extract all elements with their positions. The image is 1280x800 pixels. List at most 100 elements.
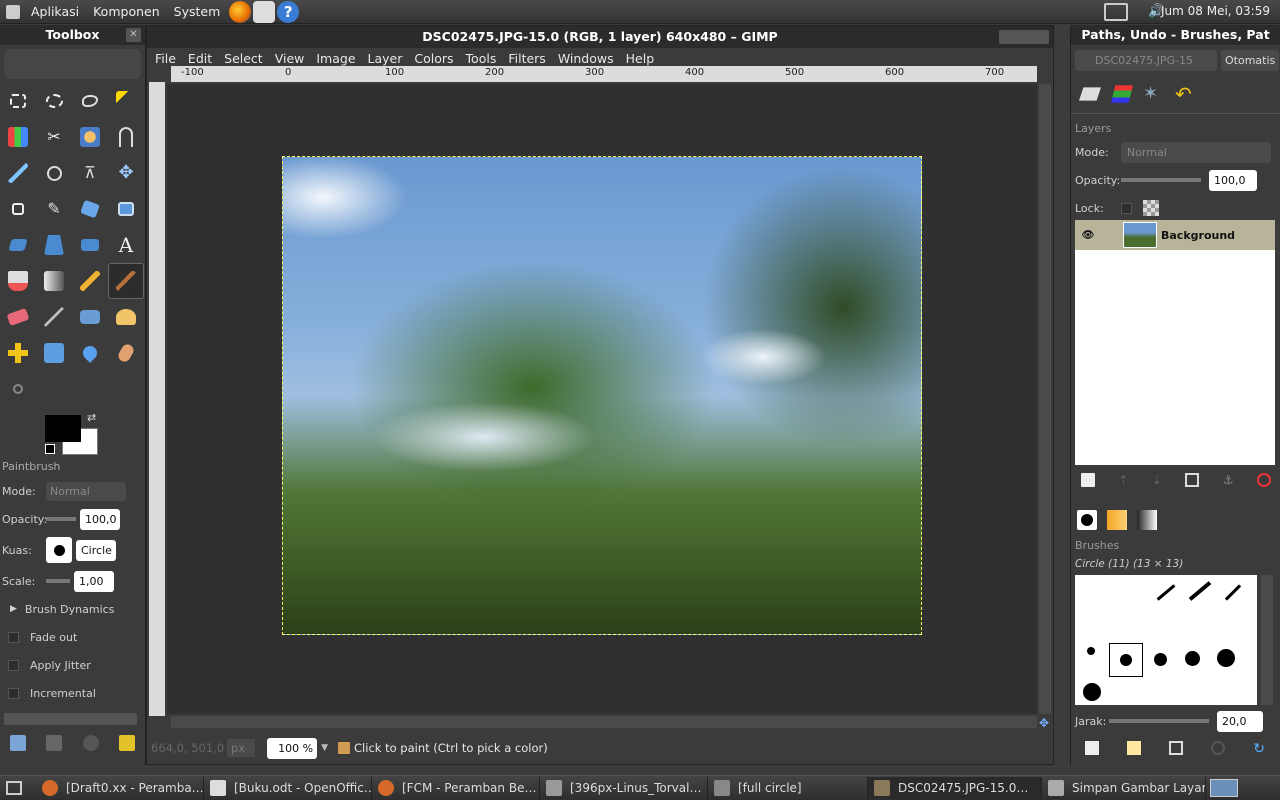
fuzzy-select-tool[interactable] xyxy=(108,83,144,119)
brush-item[interactable] xyxy=(1156,584,1176,601)
menu-windows[interactable]: Windows xyxy=(558,51,614,66)
text-tool[interactable]: A xyxy=(108,227,144,263)
zoom-tool[interactable] xyxy=(36,155,72,191)
raise-layer-icon[interactable]: ⇡ xyxy=(1118,473,1128,487)
lock-pixels-checkbox[interactable] xyxy=(1121,202,1132,214)
clock[interactable]: Jum 08 Mei, 03:59 xyxy=(1161,4,1270,18)
fade-out-label[interactable]: Fade out xyxy=(30,631,77,644)
workspace-switcher[interactable] xyxy=(1210,779,1238,797)
smudge-tool[interactable] xyxy=(108,335,144,371)
brushes-tab-icon[interactable] xyxy=(1077,510,1097,530)
perspective-clone-tool[interactable] xyxy=(36,335,72,371)
brush-grid[interactable] xyxy=(1075,575,1257,705)
vertical-scrollbar[interactable] xyxy=(1039,84,1051,714)
brush-item[interactable] xyxy=(1154,653,1167,666)
image-select[interactable]: DSC02475.JPG-15 xyxy=(1075,49,1217,71)
reset-options-icon[interactable] xyxy=(118,735,135,751)
eye-icon[interactable]: 👁 xyxy=(1075,230,1101,241)
menu-tools[interactable]: Tools xyxy=(466,51,497,66)
mode-select[interactable]: Normal xyxy=(46,481,126,501)
anchor-layer-icon[interactable]: ⚓ xyxy=(1223,473,1234,487)
default-colors-icon[interactable] xyxy=(45,444,55,454)
toolbox-hscroll[interactable] xyxy=(4,713,137,725)
ink-tool[interactable] xyxy=(72,299,108,335)
apply-jitter-label[interactable]: Apply Jitter xyxy=(30,659,91,672)
color-area[interactable]: ⇄ xyxy=(0,407,145,457)
dodge-burn-tool[interactable] xyxy=(0,371,36,407)
rect-select-tool[interactable] xyxy=(0,83,36,119)
refresh-brushes-icon[interactable]: ↻ xyxy=(1253,741,1265,757)
auto-button[interactable]: Otomatis xyxy=(1221,49,1280,71)
menu-aplikasi[interactable]: Aplikasi xyxy=(24,4,86,19)
menu-file[interactable]: File xyxy=(155,51,176,66)
brush-grid-scrollbar[interactable] xyxy=(1261,575,1273,705)
new-brush-icon[interactable] xyxy=(1127,741,1142,755)
app-menu-icon[interactable] xyxy=(6,4,20,19)
gradients-tab-icon[interactable] xyxy=(1137,510,1157,530)
brush-item-selected[interactable] xyxy=(1109,643,1143,677)
delete-brush-icon[interactable] xyxy=(1211,741,1226,755)
window-buttons[interactable] xyxy=(999,30,1049,44)
fade-out-row[interactable]: Fade out xyxy=(0,623,145,651)
color-picker-tool[interactable] xyxy=(0,155,36,191)
lock-alpha-icon[interactable] xyxy=(1143,200,1159,216)
taskbar-item[interactable]: [Draft0.xx - Peramba… xyxy=(36,777,204,799)
layers-tab-icon[interactable] xyxy=(1079,87,1101,101)
vertical-ruler[interactable] xyxy=(149,82,165,716)
opacity-input[interactable]: 100,0 xyxy=(80,508,120,530)
measure-tool[interactable]: ⊼ xyxy=(72,155,108,191)
channels-tab-icon[interactable] xyxy=(1111,85,1133,103)
pencil-tool[interactable] xyxy=(72,263,108,299)
brush-item[interactable] xyxy=(1185,651,1200,666)
delete-layer-icon[interactable] xyxy=(1257,473,1271,487)
spacing-slider[interactable] xyxy=(1109,719,1209,723)
edit-brush-icon[interactable] xyxy=(1085,741,1099,755)
free-select-tool[interactable] xyxy=(72,83,108,119)
perspective-tool[interactable] xyxy=(36,227,72,263)
save-options-icon[interactable] xyxy=(10,735,27,751)
layer-row[interactable]: 👁 Background xyxy=(1075,220,1275,250)
taskbar-item[interactable]: [full circle] xyxy=(708,777,868,799)
eraser-tool[interactable] xyxy=(0,299,36,335)
opacity-slider[interactable] xyxy=(46,517,76,521)
restore-options-icon[interactable] xyxy=(46,735,63,751)
taskbar-item[interactable]: Simpan Gambar Layar xyxy=(1042,777,1206,799)
menu-view[interactable]: View xyxy=(275,51,305,66)
show-desktop-icon[interactable] xyxy=(6,781,22,795)
paths-tool[interactable] xyxy=(108,119,144,155)
menu-system[interactable]: System xyxy=(167,4,228,19)
horizontal-scrollbar[interactable] xyxy=(171,716,1037,728)
flip-tool[interactable] xyxy=(72,227,108,263)
paintbrush-tool[interactable] xyxy=(108,263,144,299)
shear-tool[interactable] xyxy=(0,227,36,263)
brush-dynamics-row[interactable]: ▶ Brush Dynamics xyxy=(0,595,145,623)
layers-opacity-input[interactable]: 100,0 xyxy=(1209,169,1257,191)
network-icon[interactable] xyxy=(1104,3,1128,21)
rotate-tool[interactable] xyxy=(72,191,108,227)
firefox-icon[interactable] xyxy=(229,0,252,23)
unit-select[interactable]: px xyxy=(227,739,256,757)
bucket-fill-tool[interactable] xyxy=(0,263,36,299)
layers-mode-select[interactable]: Normal xyxy=(1121,141,1271,163)
brush-dynamics-label[interactable]: Brush Dynamics xyxy=(25,603,114,616)
scissors-tool[interactable]: ✂ xyxy=(36,119,72,155)
blur-tool[interactable] xyxy=(72,335,108,371)
incremental-row[interactable]: Incremental xyxy=(0,679,145,707)
clone-tool[interactable] xyxy=(108,299,144,335)
ellipse-select-tool[interactable] xyxy=(36,83,72,119)
brush-item[interactable] xyxy=(1224,584,1242,601)
move-tool[interactable]: ✥ xyxy=(108,155,144,191)
align-tool[interactable] xyxy=(0,191,36,227)
menu-colors[interactable]: Colors xyxy=(414,51,453,66)
image-canvas[interactable] xyxy=(282,156,922,635)
airbrush-tool[interactable] xyxy=(36,299,72,335)
blend-tool[interactable] xyxy=(36,263,72,299)
incremental-label[interactable]: Incremental xyxy=(30,687,96,700)
spacing-input[interactable]: 20,0 xyxy=(1217,710,1263,732)
scale-tool[interactable] xyxy=(108,191,144,227)
brush-item[interactable] xyxy=(1083,683,1101,701)
patterns-tab-icon[interactable] xyxy=(1107,510,1127,530)
delete-options-icon[interactable] xyxy=(82,735,99,751)
crop-tool[interactable]: ✎ xyxy=(36,191,72,227)
brush-name[interactable]: Circle (11 xyxy=(76,539,116,561)
